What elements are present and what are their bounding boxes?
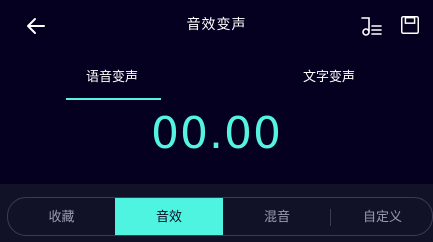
save-icon[interactable]	[399, 14, 421, 36]
active-tab-indicator	[66, 98, 161, 100]
category-segmented-control: 收藏 音效 混音 自定义	[7, 197, 433, 236]
segment-mixing[interactable]: 混音	[223, 198, 331, 235]
segment-sound-effects[interactable]: 音效	[115, 198, 223, 235]
recording-timer: 00.00	[151, 108, 282, 159]
tab-text-change[interactable]: 文字变声	[303, 66, 355, 85]
tab-voice-change[interactable]: 语音变声	[86, 66, 138, 85]
top-bar: 音效变声	[0, 0, 433, 52]
segment-custom[interactable]: 自定义	[331, 198, 432, 235]
segment-favorites[interactable]: 收藏	[8, 198, 115, 235]
mode-tabs: 语音变声 文字变声	[0, 62, 433, 102]
bottom-panel: 收藏 音效 混音 自定义	[0, 184, 433, 242]
music-note-list-icon[interactable]	[359, 14, 383, 38]
